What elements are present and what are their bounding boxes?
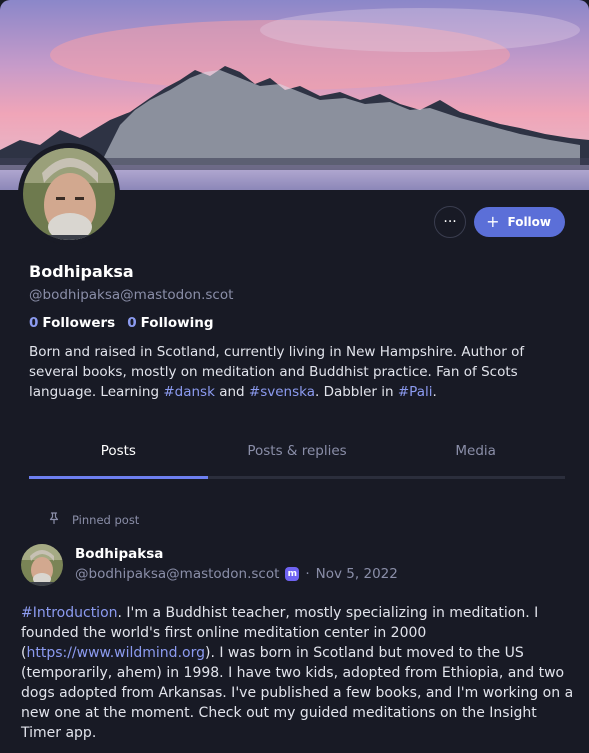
hashtag-dansk[interactable]: #dansk [163, 384, 215, 400]
post-author-avatar[interactable] [21, 544, 63, 586]
display-name: Bodhipaksa [29, 262, 134, 281]
post-author-name[interactable]: Bodhipaksa [75, 546, 163, 562]
followers-label: Followers [42, 315, 116, 331]
follow-button[interactable]: + Follow [474, 207, 565, 237]
more-options-button[interactable]: ··· [434, 206, 467, 238]
follow-label: Follow [507, 215, 551, 229]
pin-icon [48, 512, 60, 527]
tab-posts-and-replies[interactable]: Posts & replies [208, 433, 387, 476]
hashtag-svenska[interactable]: #svenska [249, 384, 315, 400]
tab-media[interactable]: Media [386, 433, 565, 476]
post-meta: @bodhipaksa@mastodon.scot m · Nov 5, 202… [75, 566, 398, 582]
tab-posts[interactable]: Posts [29, 433, 208, 479]
profile-actions: ··· + Follow [434, 206, 565, 238]
bio-text: and [214, 384, 249, 400]
bio-text: . Dabbler in [314, 384, 398, 400]
post-content: #Introduction. I'm a Buddhist teacher, m… [21, 603, 576, 743]
post-author-handle[interactable]: @bodhipaksa@mastodon.scot [75, 566, 279, 582]
pinned-post-indicator: Pinned post [48, 512, 139, 527]
following-label: Following [140, 315, 214, 331]
profile-bio: Born and raised in Scotland, currently l… [29, 342, 539, 402]
profile-avatar[interactable] [18, 143, 120, 245]
pinned-label: Pinned post [72, 512, 140, 527]
followers-count: 0 [29, 315, 39, 331]
more-icon: ··· [443, 214, 457, 230]
mastodon-bot-icon: m [285, 567, 300, 581]
following-link[interactable]: 0 Following [127, 315, 213, 331]
profile-tabs: Posts Posts & replies Media [29, 433, 565, 479]
hashtag-introduction[interactable]: #Introduction [21, 605, 118, 621]
following-count: 0 [127, 315, 137, 331]
account-handle[interactable]: @bodhipaksa@mastodon.scot [29, 287, 233, 303]
follow-stats: 0 Followers 0 Following [29, 315, 213, 331]
bio-text: . [432, 384, 437, 400]
meta-separator: · [305, 566, 310, 582]
followers-link[interactable]: 0 Followers [29, 315, 115, 331]
post-link[interactable]: https://www.wildmind.org [26, 645, 205, 661]
post-date[interactable]: Nov 5, 2022 [316, 566, 398, 582]
plus-icon: + [486, 212, 500, 231]
hashtag-pali[interactable]: #Pali [398, 384, 433, 400]
